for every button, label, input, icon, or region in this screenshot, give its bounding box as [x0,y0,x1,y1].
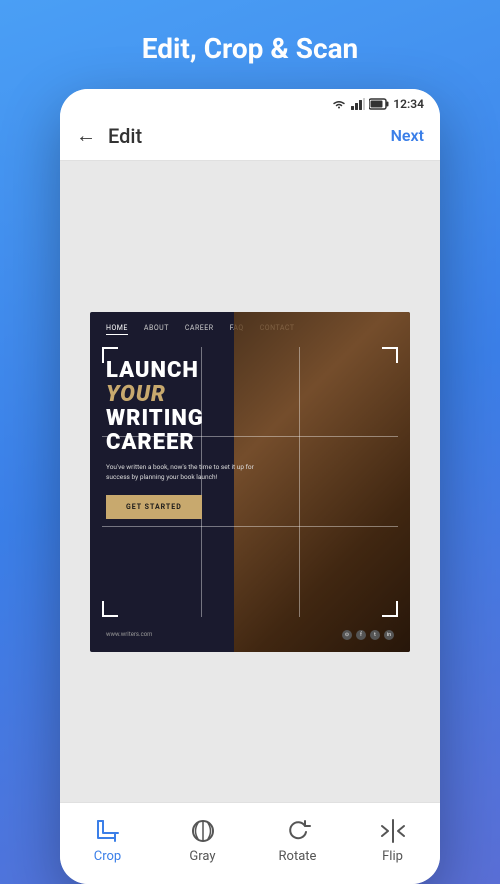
crop-tool[interactable]: Crop [73,817,143,864]
headline-3: WRITING [106,407,394,431]
gray-icon [189,817,217,845]
flip-tool[interactable]: Flip [358,817,428,864]
back-button[interactable]: ← [76,123,96,148]
social-icon-4: in [384,630,394,640]
app-title: Edit, Crop & Scan [122,0,379,89]
battery-icon [369,98,389,110]
rotate-tool[interactable]: Rotate [263,817,333,864]
web-footer: www.writers.com ⊙ f t in [90,630,410,640]
crop-icon [94,817,122,845]
wifi-icon [331,98,347,110]
rotate-label: Rotate [279,849,317,864]
status-bar: 12:34 [60,89,440,115]
flip-label: Flip [382,849,403,864]
web-cta-button: GET STARTED [106,495,202,519]
gray-tool[interactable]: Gray [168,817,238,864]
phone-frame: 12:34 ← Edit Next HOME ABOUT CAREER FAQ … [60,89,440,884]
signal-icon [351,98,365,110]
headline-1: LAUNCH [106,359,394,383]
rotate-icon [284,817,312,845]
website-preview: HOME ABOUT CAREER FAQ CONTACT LAUNCH YOU… [90,312,410,652]
web-nav-home: HOME [106,324,128,335]
social-icon-2: f [356,630,366,640]
web-nav-about: ABOUT [144,324,169,335]
edit-area: HOME ABOUT CAREER FAQ CONTACT LAUNCH YOU… [60,161,440,802]
bottom-toolbar: Crop Gray Rotate [60,802,440,884]
top-nav: ← Edit Next [60,115,440,161]
status-icons: 12:34 [331,97,424,111]
crop-label: Crop [94,849,121,864]
headline-2: YOUR [106,383,394,407]
web-description: You've written a book, now's the time to… [106,463,266,483]
gray-label: Gray [189,849,215,864]
headline-4: CAREER [106,431,394,455]
page-title: Edit [108,124,391,148]
image-container: HOME ABOUT CAREER FAQ CONTACT LAUNCH YOU… [90,312,410,652]
flip-icon [379,817,407,845]
status-time: 12:34 [393,97,424,111]
social-icon-1: ⊙ [342,630,352,640]
web-nav-career: CAREER [185,324,214,335]
next-button[interactable]: Next [391,126,424,145]
social-icon-3: t [370,630,380,640]
web-url: www.writers.com [106,631,152,638]
web-content: LAUNCH YOUR WRITING CAREER You've writte… [90,343,410,519]
web-social-icons: ⊙ f t in [342,630,394,640]
